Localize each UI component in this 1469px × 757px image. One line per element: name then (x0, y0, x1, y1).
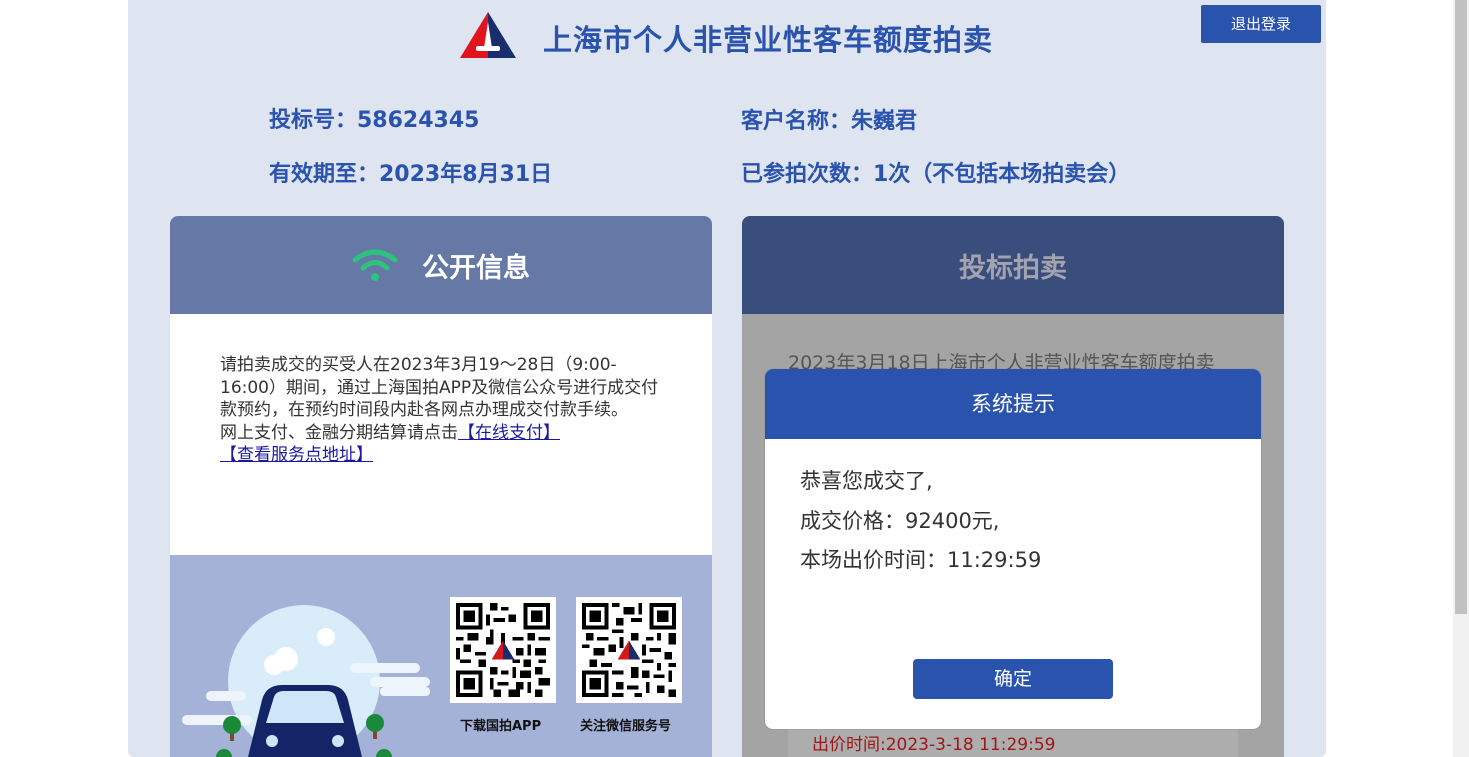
app-qr-label: 下载国拍APP (460, 719, 542, 734)
wechat-qr-code (576, 597, 682, 703)
wechat-qr-label: 关注微信服务号 (580, 719, 672, 734)
logout-button[interactable]: 退出登录 (1201, 5, 1321, 43)
dialog-bid-time-text: 本场出价时间：11:29:59 (800, 548, 1042, 572)
scrollbar-thumb[interactable] (1455, 0, 1467, 614)
wifi-icon (352, 249, 398, 281)
public-info-body: 请拍卖成交的买受人在2023年3月19～28日（9:00-16:00）期间，通过… (220, 355, 659, 420)
bidding-title: 投标拍卖 (959, 252, 1067, 284)
bid-number: 投标号：58624345 (269, 108, 480, 133)
confirm-button[interactable]: 确定 (913, 659, 1113, 699)
header: 上海市个人非营业性客车额度拍卖 退出登录 (128, 0, 1326, 80)
site-title: 上海市个人非营业性客车额度拍卖 (543, 23, 994, 57)
participation-count: 已参拍次数：1次（不包括本场拍卖会） (741, 162, 1131, 187)
public-info-card: 公开信息 请拍卖成交的买受人在2023年3月19～28日（9:00-16:00）… (170, 216, 712, 757)
dialog-title: 系统提示 (765, 369, 1261, 439)
public-info-header: 公开信息 (170, 216, 712, 314)
qr-code-icon (456, 603, 550, 697)
payment-prefix: 网上支付、金融分期结算请点击 (220, 422, 458, 443)
public-info-title: 公开信息 (422, 252, 530, 284)
bid-time: 出价时间:2023-3-18 11:29:59 (812, 735, 1056, 755)
auction-logo-icon (460, 12, 516, 58)
customer-name: 客户名称：朱巍君 (741, 109, 918, 134)
qr-code-icon (582, 603, 676, 697)
system-prompt-dialog: 系统提示 恭喜您成交了, 成交价格：92400元, 本场出价时间：11:29:5… (765, 369, 1261, 729)
bidding-header: 投标拍卖 (742, 216, 1284, 314)
dialog-price-text: 成交价格：92400元, (800, 509, 1000, 533)
app-qr-code (450, 597, 556, 703)
service-location-link[interactable]: 【查看服务点地址】 (220, 445, 373, 465)
car-illustration (182, 605, 430, 757)
public-info-text: 请拍卖成交的买受人在2023年3月19～28日（9:00-16:00）期间，通过… (220, 354, 668, 467)
online-pay-link[interactable]: 【在线支付】 (458, 423, 560, 443)
promo-banner: 下载国拍APP 关注微信服务号 (170, 555, 712, 757)
valid-until: 有效期至：2023年8月31日 (269, 162, 553, 187)
dialog-congrats-text: 恭喜您成交了, (800, 469, 933, 493)
